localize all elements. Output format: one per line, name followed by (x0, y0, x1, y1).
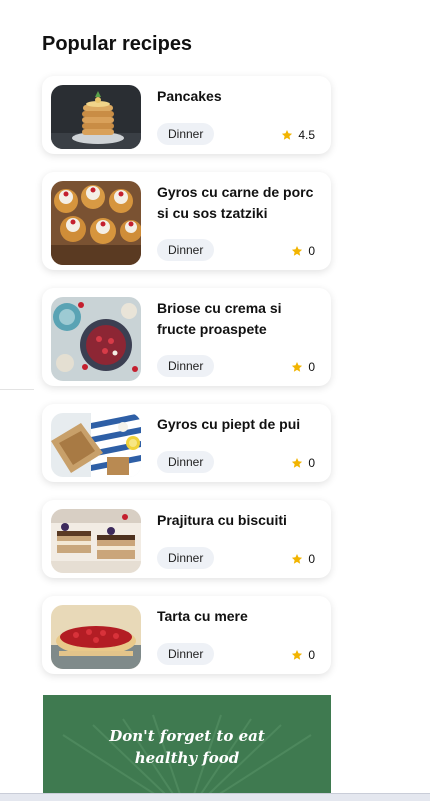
category-tag: Dinner (157, 643, 215, 665)
category-tag: Dinner (157, 355, 215, 377)
rating-value: 4.5 (298, 128, 315, 142)
star-icon (282, 130, 293, 140)
bottom-bar (0, 793, 430, 801)
rating-value: 0 (308, 552, 315, 566)
star-icon (292, 554, 303, 564)
recipe-name: Tarta cu mere (157, 608, 248, 624)
recipe-name: Prajitura cu biscuiti (157, 512, 287, 528)
recipe-card-prajitura[interactable]: Prajitura cu biscuiti Dinner 0 (42, 500, 331, 578)
recipe-card-gyros-porc[interactable]: Gyros cu carne de porc si cu sos tzatzik… (42, 172, 331, 270)
recipe-name: Pancakes (157, 88, 222, 104)
recipe-image (51, 605, 141, 669)
star-icon (292, 650, 303, 660)
recipe-image (51, 509, 141, 573)
banner-text: Don't forget to eat healthy food (43, 725, 331, 769)
recipe-name: Briose cu crema si fructe proaspete (157, 300, 282, 337)
recipe-name: Gyros cu piept de pui (157, 416, 301, 432)
banner-line-2: healthy food (134, 749, 240, 767)
rating: 0 (291, 456, 315, 470)
category-tag: Dinner (157, 123, 215, 145)
recipe-image (51, 297, 141, 381)
star-icon (292, 362, 303, 372)
recipe-card-pancakes[interactable]: Pancakes Dinner 4.5 (42, 76, 331, 154)
rating: 0 (291, 648, 315, 662)
rating: 4.5 (281, 128, 315, 142)
rating-value: 0 (308, 648, 315, 662)
section-title: Popular recipes (42, 33, 193, 55)
category-tag: Dinner (157, 547, 215, 569)
category-tag: Dinner (157, 239, 215, 261)
rating-value: 0 (308, 456, 315, 470)
star-icon (292, 458, 303, 468)
recipe-image (51, 181, 141, 265)
star-icon (292, 246, 303, 256)
recipe-card-tarta[interactable]: Tarta cu mere Dinner 0 (42, 596, 331, 674)
recipe-image (51, 413, 141, 477)
healthy-food-banner[interactable]: Don't forget to eat healthy food (43, 695, 331, 793)
recipe-card-gyros-pui[interactable]: Gyros cu piept de pui Dinner 0 (42, 404, 331, 482)
rating: 0 (291, 552, 315, 566)
recipe-name: Gyros cu carne de porc si cu sos tzatzik… (157, 184, 314, 221)
banner-line-1: Don't forget to eat (109, 727, 265, 745)
recipes-page: Popular recipes Pancakes Dinner 4.5 Gyro… (0, 0, 430, 801)
rating: 0 (291, 360, 315, 374)
rating-value: 0 (308, 360, 315, 374)
rating-value: 0 (308, 244, 315, 258)
rating: 0 (291, 244, 315, 258)
category-tag: Dinner (157, 451, 215, 473)
divider (0, 389, 34, 390)
recipe-image (51, 85, 141, 149)
recipe-card-briose[interactable]: Briose cu crema si fructe proaspete Dinn… (42, 288, 331, 386)
